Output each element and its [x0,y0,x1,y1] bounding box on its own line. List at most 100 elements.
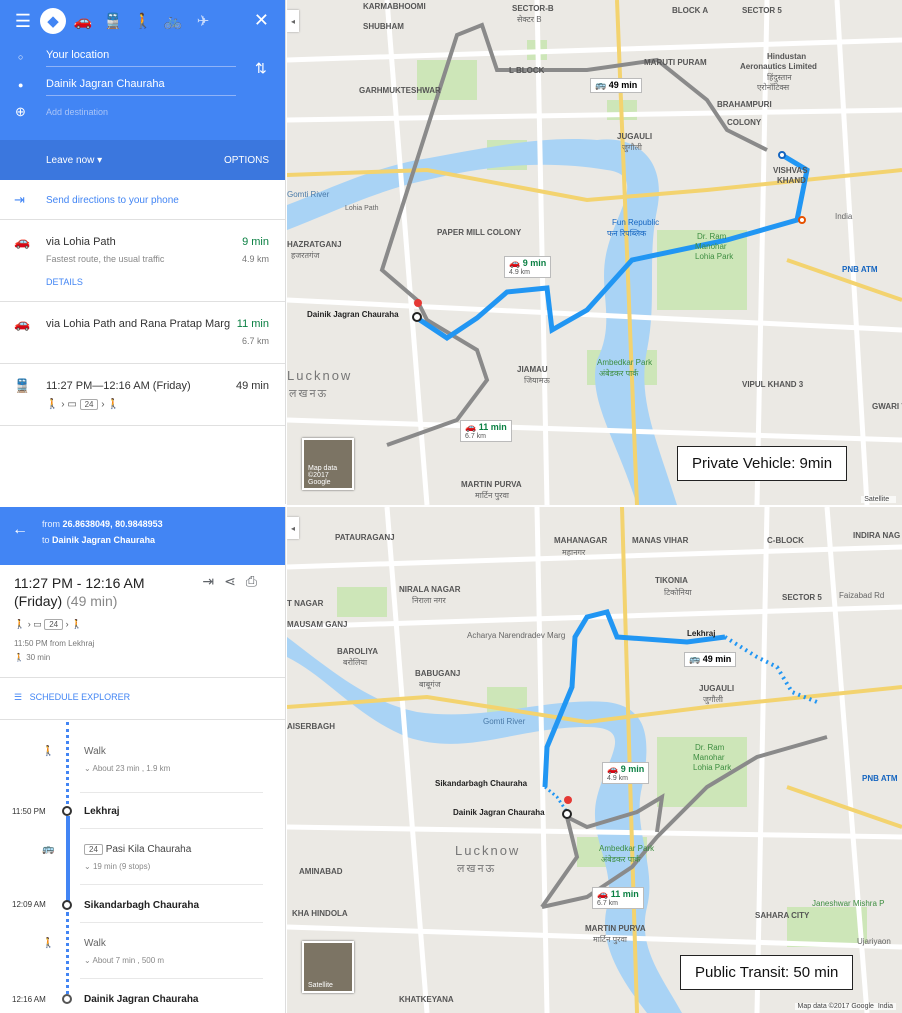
map-label: MAUSAM GANJ [287,620,348,629]
collapse-panel-button[interactable]: ◂ [287,517,299,539]
walk-step-detail[interactable]: ⌄ About 7 min , 500 m [84,956,164,965]
route-callout-transit[interactable]: 🚌 49 min [684,652,737,667]
send-to-phone-icon[interactable]: ⇥ [202,573,224,589]
add-destination-icon[interactable]: ⊕ [15,104,26,120]
satellite-toggle[interactable]: Map data ©2017 Google [302,438,354,490]
route-callout-alt[interactable]: 🚗 11 min 6.7 km [592,887,644,909]
route-callout-fastest[interactable]: 🚗 9 min 4.9 km [602,762,650,784]
origin-input[interactable]: Your location [46,49,236,67]
destination-pin-icon[interactable] [564,796,572,804]
map-label: AISERBAGH [287,722,336,731]
divider [0,677,285,678]
leave-now-dropdown[interactable]: Leave now ▾ [46,155,102,166]
map-label: महानगर [562,548,586,557]
map-label: Gomti River [483,717,526,726]
map-label: KHATKEYANA [399,995,454,1004]
callout-distance: 6.7 km [597,900,619,907]
bus-icon: 🚌 [42,844,55,855]
route-option-2[interactable]: 🚗 via Lohia Path and Rana Pratap Marg 11… [0,302,285,364]
stop-name[interactable]: Sikandarbagh Chauraha [84,900,199,911]
walk-step: Walk [84,938,106,949]
map-label: SAHARA CITY [755,911,810,920]
train-icon: 🚆 [14,378,31,393]
route-callout-alt[interactable]: 🚗 11 min 6.7 km [460,420,512,442]
best-route-mode-icon[interactable]: ◆ [40,8,66,34]
car-mode-icon[interactable]: 🚗 [68,6,98,36]
trip-steps: 🚶 Walk ⌄ About 23 min , 1.9 km 11:50 PM … [0,722,285,1013]
satellite-label: Map data ©2017 Google [308,465,338,486]
route-time: 9 min [242,236,269,248]
flight-mode-icon[interactable]: ✈ [188,6,218,36]
close-icon[interactable]: ✕ [254,10,269,31]
bicycle-mode-icon[interactable]: 🚲 [158,6,188,36]
map-public-transit[interactable]: Sikandarbagh Chauraha Dainik Jagran Chau… [287,507,902,1013]
satellite-toggle[interactable]: Satellite [302,941,354,993]
directions-header: ☰ ◆ 🚗 🚆 🚶 🚲 ✈ ✕ ○ Your location ● Dainik… [0,0,285,180]
route-name: via Lohia Path [46,236,116,248]
map-label: Manohar [693,753,725,762]
divider [80,922,263,923]
transit-mode-icon[interactable]: 🚆 [98,6,128,36]
walk-total: 🚶 30 min [14,653,51,662]
map-label: INDIRA NAG [853,531,901,540]
route-callout-transit[interactable]: 🚌 49 min [590,78,643,93]
map-label: हजरतगंज [291,251,320,260]
callout-time: 11 min [610,889,639,899]
map-label: TIKONIA [655,576,688,585]
back-arrow-icon[interactable]: ← [12,521,28,539]
map-label: मार्टिन पुरवा [593,935,627,944]
schedule-explorer-button[interactable]: ☰ SCHEDULE EXPLORER [14,692,130,703]
map-label: जुगौली [703,695,724,704]
menu-icon[interactable]: ☰ [8,6,38,36]
map-label: Manohar [695,242,727,251]
send-directions-row[interactable]: ⇥ Send directions to your phone [0,180,285,220]
route-distance: 4.9 km [241,254,269,264]
car-icon: 🚗 [14,316,31,331]
bus-step-detail[interactable]: ⌄ 19 min (9 stops) [84,862,150,871]
map-label: SECTOR-B [512,4,554,13]
collapse-panel-button[interactable]: ◂ [287,10,299,32]
trip-legs: 🚶 › ▭ 24 › 🚶 [14,619,83,630]
destination-input[interactable]: Dainik Jagran Chauraha [46,78,236,96]
add-destination-input[interactable]: Add destination [46,107,236,122]
stop-time: 11:50 PM [12,807,46,816]
walk-step-detail: ⌄ About 23 min , 1.9 km [84,764,171,773]
route-option-transit[interactable]: 🚆 11:27 PM—12:16 AM (Friday) 49 min 🚶 › … [0,364,285,426]
map-label: Acharya Narendradev Marg [467,631,566,640]
map-private-vehicle[interactable]: Dainik Jagran Chauraha SHUBHAM KARMABHOO… [287,0,902,505]
route-option-1[interactable]: 🚗 via Lohia Path 9 min Fastest route, th… [0,220,285,302]
details-link[interactable]: DETAILS [46,277,83,287]
map-label: Fun Republic [612,218,660,227]
stop-name[interactable]: Dainik Jagran Chauraha [84,994,198,1005]
route-distance: 6.7 km [241,336,269,346]
map-label: JUGAULI [617,132,653,141]
route-callout-fastest[interactable]: 🚗 9 min 4.9 km [504,256,552,278]
swap-icon[interactable]: ⇅ [255,60,267,77]
options-button[interactable]: OPTIONS [224,155,269,166]
map-label: KARMABHOOMI [363,2,426,11]
map-label: BAROLIYA [337,647,379,656]
map-label: BABUGANJ [415,669,461,678]
print-icon[interactable]: ⎙ [246,573,267,589]
map-label: अंबेडकर पार्क [599,369,639,378]
walk-mode-icon[interactable]: 🚶 [128,6,158,36]
map-label: Ambedkar Park [599,844,655,853]
transit-header: ← from 26.8638049, 80.9848953 to Dainik … [0,507,285,565]
map-label: JUGAULI [699,684,735,693]
place-label: Dainik Jagran Chauraha [453,808,545,817]
map-label: MARUTI PURAM [644,58,707,67]
destination-pin-icon[interactable] [414,299,422,307]
map-label: PNB ATM [842,265,878,274]
map-label: एरोनॉटिक्स [757,83,790,92]
stop-name[interactable]: Lekhraj [84,806,120,817]
map-label: टिकोनिया [664,588,692,597]
share-icon[interactable]: ⋖ [224,573,246,589]
route-subtitle: Fastest route, the usual traffic [46,254,165,264]
map-label: जुगौली [622,143,643,152]
divider [80,828,263,829]
map-label: BLOCK A [672,6,709,15]
map-attribution: Satellite [861,496,896,503]
car-icon: 🚗 [14,234,31,249]
map-label: Lucknow [455,843,521,858]
map-label: KHAND [777,176,806,185]
